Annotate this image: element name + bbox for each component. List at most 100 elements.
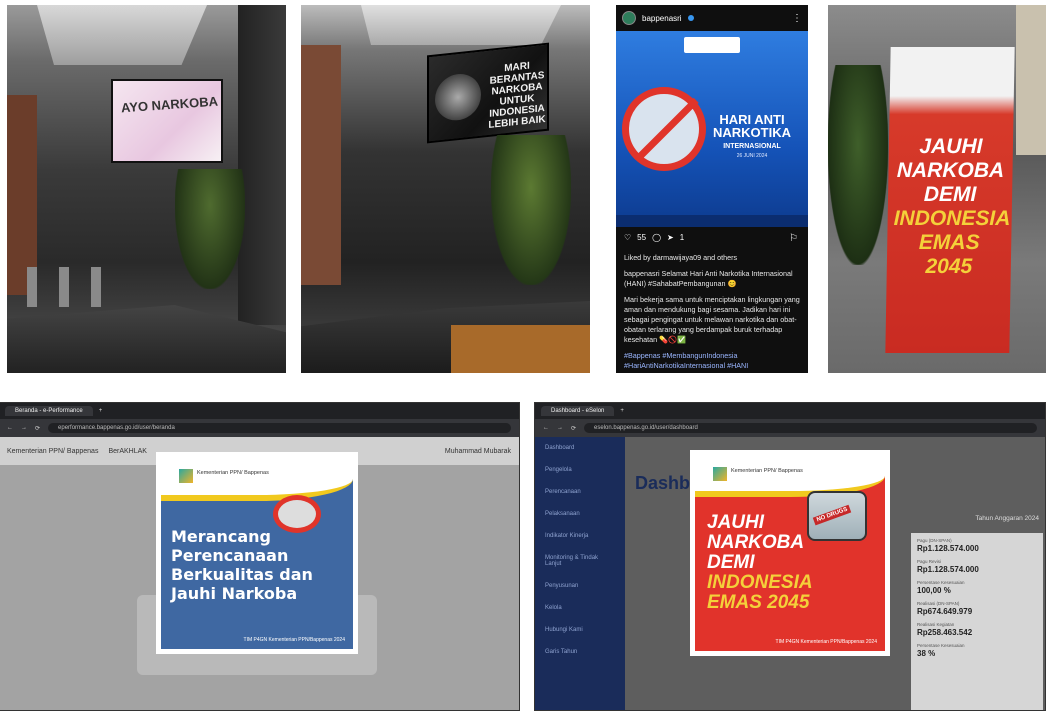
hashtags[interactable]: #Bappenas #MembangunIndonesia #HariAntiN… [624, 351, 802, 371]
sidebar-item[interactable]: Dashboard [535, 437, 625, 459]
stat-label: Realisasi Kegiatan [917, 622, 955, 627]
post-actions: ♡ 55 ◯ ➤ 1 [624, 233, 684, 242]
berakhlak-logo: BerAKHLAK [108, 447, 147, 455]
stat-value: Rp258.463.542 [917, 628, 973, 637]
poster-headline: Merancang Perencanaan Berkualitas dan Ja… [171, 527, 313, 603]
tab-bar: Dashboard - eSelon + [535, 403, 1045, 419]
user-name[interactable]: Muhammad Mubarak [445, 448, 511, 455]
poster-overlay-2: Kementerian PPN/ Bappenas NO DRUGS JAUHI… [690, 450, 890, 656]
sidebar-item[interactable]: Perencanaan [535, 481, 625, 503]
lobby-photo-2: MARI BERANTAS NARKOBA UNTUK INDONESIA LE… [301, 5, 590, 373]
stat-value: 100,00 % [917, 586, 951, 595]
like-count: 55 [637, 233, 647, 242]
post-footer [616, 215, 808, 227]
org-name: Kementerian PPN/ Bappenas [7, 447, 99, 455]
instagram-post: bappenasri ⋮ HARI ANTI NARKOTIKA INTERNA… [616, 5, 808, 373]
poster-headline: JAUHI NARKOBA DEMI INDONESIA EMAS 2045 [707, 513, 883, 613]
poster-overlay-1: Kementerian PPN/ Bappenas Merancang Pere… [156, 452, 358, 654]
browser-tab[interactable]: Beranda - e-Performance [5, 406, 93, 416]
wall-left [7, 95, 37, 295]
banner-line: DEMI [923, 183, 977, 206]
post-image: HARI ANTI NARKOTIKA INTERNASIONAL 26 JUN… [616, 31, 808, 227]
screen-text: AYO NARKOBA [120, 93, 219, 116]
verified-icon [687, 15, 694, 21]
url-field[interactable]: eperformance.bappenas.go.id/user/beranda [48, 423, 511, 433]
reload-icon[interactable]: ⟳ [571, 425, 576, 432]
headline-line: JAUHI [707, 512, 765, 533]
fiscal-year: Tahun Anggaran 2024 [975, 515, 1039, 522]
post-title: HARI ANTI NARKOTIKA [713, 112, 791, 140]
sidebar-item[interactable]: Pelaksanaan [535, 503, 625, 525]
stats-panel: Pagu (DN-SPAN) Rp1.128.574.000 Pagu Revi… [911, 533, 1043, 710]
address-bar: ← → ⟳ eselon.bappenas.go.id/user/dashboa… [535, 419, 1045, 437]
banner-line: JAUHI [919, 135, 983, 158]
stat-value: Rp1.128.574.000 [917, 565, 979, 574]
caption: Liked by darmawijaya09 and others bappen… [624, 253, 802, 373]
stat-value: Rp1.128.574.000 [917, 544, 979, 553]
poster-footer: TIM P4GN Kementerian PPN/Bappenas 2024 [775, 639, 877, 645]
stat-label: Persentase Kesesuaian [917, 580, 965, 585]
lobby-screen: AYO NARKOBA [111, 79, 223, 163]
turnstile [59, 267, 69, 307]
plant [828, 65, 888, 265]
comment-icon[interactable]: ◯ [652, 233, 661, 242]
tab-bar: Beranda - e-Performance + [0, 403, 519, 419]
banner-text: JAUHI NARKOBA DEMI INDONESIA EMAS 2045 [893, 135, 1011, 279]
sidebar-item[interactable]: Kelola [535, 597, 625, 619]
caption-2: Mari bekerja sama untuk menciptakan ling… [624, 295, 800, 344]
share-icon[interactable]: ➤ [667, 233, 674, 242]
lobby-screen: MARI BERANTAS NARKOBA UNTUK INDONESIA LE… [427, 42, 549, 144]
org-name: Kementerian PPN/ Bappenas [731, 468, 803, 474]
new-tab-icon[interactable]: + [620, 408, 624, 414]
heart-icon[interactable]: ♡ [624, 233, 631, 242]
stat-label: Pagu (DN-SPAN) [917, 538, 952, 543]
new-tab-icon[interactable]: + [99, 408, 103, 414]
screen-image [435, 71, 481, 123]
poster-body: Kementerian PPN/ Bappenas NO DRUGS JAUHI… [695, 455, 885, 651]
headline-line: EMAS 2045 [707, 592, 810, 613]
browser-tab[interactable]: Dashboard - eSelon [541, 406, 615, 416]
post-date: 26 JUNI 2024 [736, 153, 768, 159]
bookmark-icon[interactable]: ⚐ [789, 233, 798, 244]
desk-wood [451, 325, 590, 373]
back-icon[interactable]: ← [543, 425, 549, 431]
stat-label: Realisasi (DN-SPAN) [917, 601, 960, 606]
url-field[interactable]: eselon.bappenas.go.id/user/dashboard [584, 423, 1037, 433]
logo [684, 37, 740, 53]
avatar[interactable] [622, 11, 636, 25]
share-count: 1 [679, 233, 685, 242]
wall-right [238, 5, 286, 325]
forward-icon[interactable]: → [557, 425, 563, 431]
more-icon[interactable]: ⋮ [792, 13, 802, 24]
reload-icon[interactable]: ⟳ [35, 425, 40, 432]
back-icon[interactable]: ← [7, 425, 13, 431]
sidebar-item[interactable]: Pengelola [535, 459, 625, 481]
post-header: bappenasri ⋮ [616, 5, 808, 31]
sidebar-item[interactable]: Indikator Kinerja [535, 525, 625, 547]
wall-left [301, 45, 341, 285]
sidebar: Dashboard Pengelola Perencanaan Pelaksan… [535, 437, 625, 710]
lobby-photo-1: AYO NARKOBA [7, 5, 286, 373]
address-bar: ← → ⟳ eperformance.bappenas.go.id/user/b… [0, 419, 519, 437]
wall-frame [1016, 5, 1046, 155]
stat-label: Pagu Revisi [917, 559, 942, 564]
ceiling [37, 5, 207, 65]
poster-body: Kementerian PPN/ Bappenas Merancang Pere… [161, 457, 353, 649]
prohibition-icon [622, 87, 706, 171]
roll-up-banner: JAUHI NARKOBA DEMI INDONESIA EMAS 2045 [885, 47, 1015, 353]
sidebar-item[interactable]: Penyusunan [535, 575, 625, 597]
sidebar-item[interactable]: Hubungi Kami [535, 619, 625, 641]
post-subtitle: INTERNASIONAL [723, 143, 781, 150]
turnstile [27, 267, 37, 307]
account-name[interactable]: bappenasri [642, 14, 682, 23]
caption-1: bappenasri Selamat Hari Anti Narkotika I… [624, 269, 793, 288]
turnstile [91, 267, 101, 307]
stat-value: 38 % [917, 649, 936, 658]
ceiling [361, 5, 561, 45]
bappenas-logo [713, 467, 727, 481]
sidebar-item[interactable]: Monitoring & Tindak Lanjut [535, 547, 625, 575]
headline-line: NARKOBA [707, 532, 805, 553]
forward-icon[interactable]: → [21, 425, 27, 431]
sidebar-item[interactable]: Garis Tahun [535, 641, 625, 663]
banner-line: INDONESIA [893, 207, 1011, 230]
